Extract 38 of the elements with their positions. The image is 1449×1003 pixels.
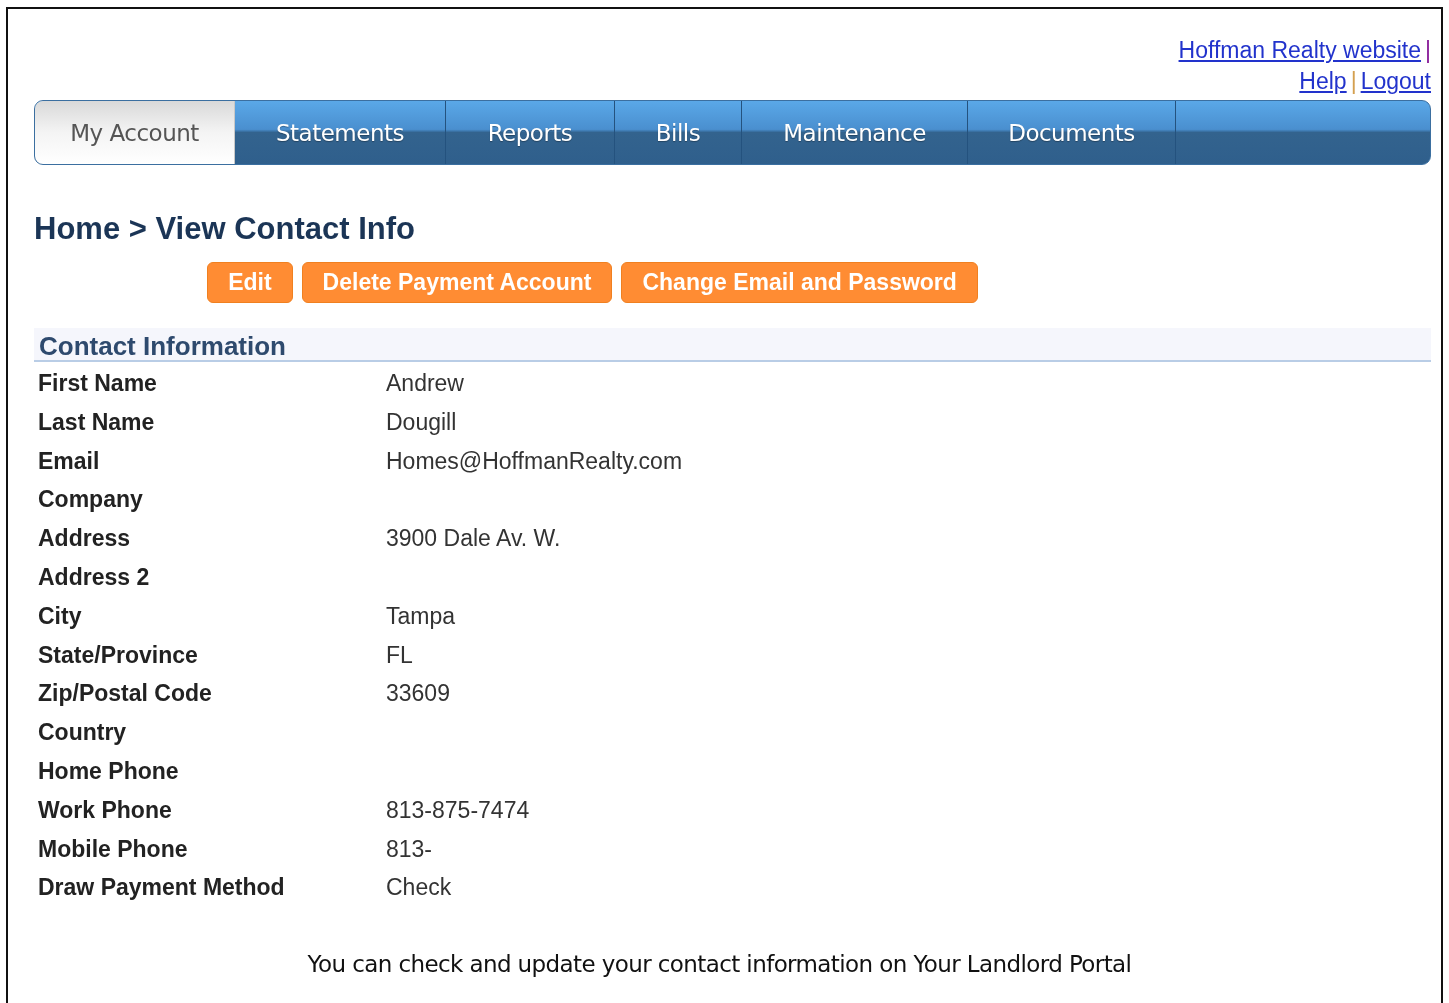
field-value: 813- [386,834,434,864]
website-link[interactable]: Hoffman Realty website [1178,35,1421,66]
field-value: Tampa [386,601,457,631]
field-label: Address [38,524,132,554]
field-label: Country [38,718,128,748]
nav-tab[interactable]: Maintenance [742,101,968,164]
field-label: Last Name [38,407,156,437]
logout-link[interactable]: Logout [1360,66,1431,97]
field-value: 813-875-7474 [386,795,531,825]
field-label: Work Phone [38,795,173,825]
field-label: Home Phone [38,756,180,786]
caption: You can check and update your contact information on Your Landlord Portal [306,951,1133,978]
field-label: Address 2 [38,563,151,592]
field-value: Homes@HoffmanRealty.com [386,446,684,476]
field-value: FL [386,640,414,670]
field-label: State/Province [38,640,199,670]
field-label: Email [38,446,101,476]
page-title: Home > View Contact Info [34,210,416,248]
field-label: Mobile Phone [38,834,189,864]
field-value: 3900 Dale Av. W. [386,524,562,554]
field-value: Dougill [386,407,458,437]
field-value: 33609 [386,679,451,709]
field-label: Company [38,485,144,515]
nav-tab[interactable]: Documents [968,101,1176,164]
field-value: Check [386,873,453,903]
field-label: Draw Payment Method [38,873,286,903]
nav-tab[interactable]: My Account [35,101,235,164]
help-link[interactable]: Help [1299,66,1347,97]
section-header: Contact Information [34,328,1431,362]
field-label: Zip/Postal Code [38,679,213,709]
nav-tab[interactable]: Statements [235,101,446,164]
nav-tab[interactable]: Bills [615,101,742,164]
link-separator: | [1350,67,1357,96]
field-value: Andrew [386,369,465,398]
nav-tab[interactable]: Reports [446,101,615,164]
link-separator: | [1425,36,1431,65]
field-label: First Name [38,369,158,398]
field-label: City [38,601,83,631]
